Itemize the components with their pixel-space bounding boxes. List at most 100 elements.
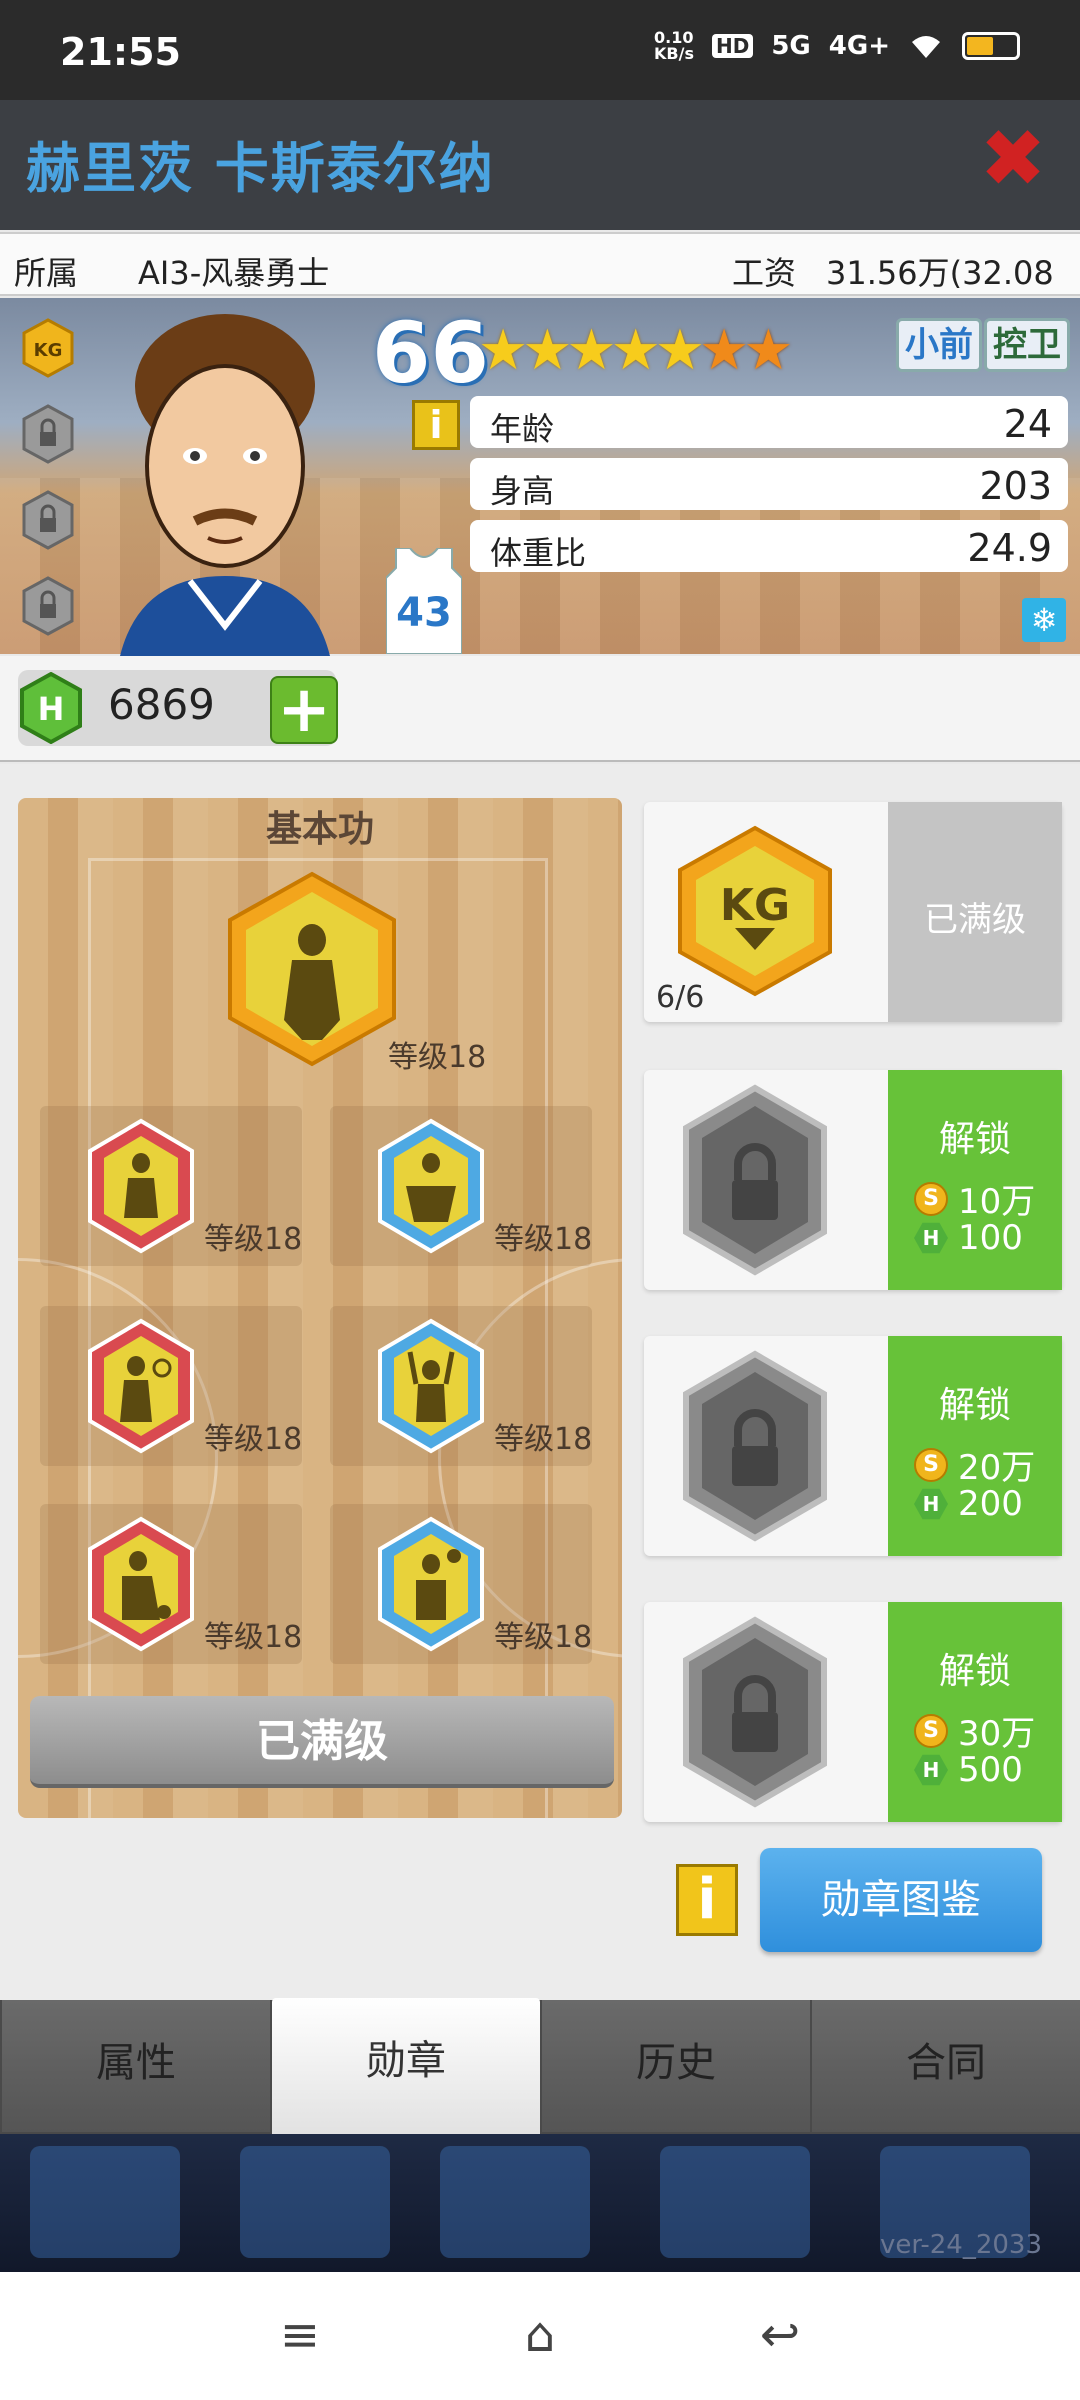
kg-badge-icon[interactable]: KG: [674, 824, 836, 998]
home-icon[interactable]: ⌂: [510, 2310, 570, 2360]
star-rating: ★★★★★★★: [478, 318, 793, 383]
max-level-button[interactable]: 已满级: [30, 1696, 614, 1788]
close-button[interactable]: ✖: [976, 119, 1050, 199]
unlock-button[interactable]: 解锁 S 30万 H 500: [888, 1602, 1062, 1822]
rebound-skill-badge-icon[interactable]: [376, 1318, 486, 1454]
orange-stars-icon: ★★: [699, 318, 793, 383]
tab-history[interactable]: 历史: [542, 2000, 810, 2132]
skill-level: 等级18: [204, 1222, 303, 1257]
defense-skill-badge-icon[interactable]: [376, 1118, 486, 1254]
unlock-button[interactable]: 解锁 S 20万 H 200: [888, 1336, 1062, 1556]
coin-cost: S 20万: [914, 1440, 1035, 1489]
unlock-button[interactable]: 解锁 S 10万 H 100: [888, 1070, 1062, 1290]
team-value: AI3-风暴勇士: [138, 254, 330, 292]
locked-badge-icon: [683, 1084, 827, 1276]
snowflake-icon[interactable]: ❄: [1022, 598, 1066, 642]
locked-badge-icon: [683, 1616, 827, 1808]
player-avatar: [120, 314, 330, 656]
badge-count: 6/6: [656, 980, 705, 1015]
stat-label: 年龄: [490, 410, 555, 448]
tab-attributes[interactable]: 属性: [2, 2000, 270, 2132]
coin-cost-value: 30万: [958, 1714, 1036, 1754]
coin-icon: S: [914, 1181, 948, 1216]
hd-icon: HD: [712, 34, 754, 58]
svg-text:KG: KG: [34, 340, 63, 361]
player-name: 赫里茨 卡斯泰尔纳: [26, 137, 495, 200]
svg-text:H: H: [38, 690, 65, 728]
coin-cost: S 30万: [914, 1706, 1035, 1755]
skill-panel-title: 基本功: [265, 809, 374, 850]
h-cost: H 200: [914, 1484, 1023, 1524]
stat-label: 身高: [490, 472, 555, 510]
coin-cost-value: 20万: [958, 1448, 1036, 1488]
dribble-skill-badge-icon[interactable]: [86, 1516, 196, 1652]
version-label: ver-24_2033: [879, 2230, 1042, 2260]
stat-row-weight-ratio: 体重比 24.9: [470, 520, 1068, 572]
net-speed: 0.10 KB/s: [654, 28, 694, 63]
pass-skill-badge-icon[interactable]: [376, 1516, 486, 1652]
h-cost-value: 500: [958, 1750, 1023, 1790]
badge-info-icon[interactable]: i: [676, 1864, 738, 1936]
status-icons: 0.10 KB/s HD 5G 4G+: [654, 30, 1020, 62]
svg-text:KG: KG: [720, 880, 790, 931]
tab-badges[interactable]: 勋章: [272, 1998, 540, 2134]
skill-level: 等级18: [494, 1620, 593, 1655]
dunk-skill-badge-icon[interactable]: [86, 1318, 196, 1454]
coin-icon: S: [914, 1713, 948, 1748]
h-cost-value: 200: [958, 1484, 1023, 1524]
position-tag-point-guard: 控卫: [984, 318, 1070, 372]
h-cost: H 100: [914, 1218, 1023, 1258]
player-rating: 66: [372, 304, 489, 402]
signal-5g-icon: 5G: [771, 31, 811, 61]
h-currency-icon: H: [914, 1488, 948, 1520]
coin-cost: S 10万: [914, 1174, 1035, 1223]
unlock-title: 解锁: [938, 1385, 1011, 1426]
currency-value: 6869: [108, 680, 215, 729]
team-salary-row: 所属 AI3-风暴勇士 工资 31.56万(32.08万): [0, 232, 1080, 338]
team-label: 所属: [14, 254, 79, 292]
add-currency-button[interactable]: +: [270, 676, 338, 744]
battery-icon: [962, 32, 1020, 60]
main-skill-level: 等级18: [388, 1040, 487, 1075]
locked-side-badge-icon[interactable]: [20, 490, 76, 550]
stat-row-height: 身高 203: [470, 458, 1068, 510]
shooting-skill-badge-icon[interactable]: [86, 1118, 196, 1254]
badge-catalog-button[interactable]: 勋章图鉴: [760, 1848, 1042, 1952]
game-nav-button[interactable]: [240, 2146, 390, 2258]
stat-value: 24.9: [967, 526, 1052, 570]
gold-stars-icon: ★★★★★: [478, 318, 705, 383]
signal-4g-icon: 4G+: [828, 31, 890, 61]
main-skill-badge-icon[interactable]: [222, 870, 402, 1068]
player-info-icon[interactable]: i: [412, 400, 460, 450]
game-nav-button[interactable]: [30, 2146, 180, 2258]
locked-badge-icon: [683, 1350, 827, 1542]
tab-contract[interactable]: 合同: [812, 2000, 1080, 2132]
h-currency-icon: H: [914, 1754, 948, 1786]
coin-icon: S: [914, 1447, 948, 1482]
back-icon[interactable]: ↩: [750, 2310, 810, 2360]
kg-side-badge-icon[interactable]: KG: [20, 318, 76, 378]
h-cost-value: 100: [958, 1218, 1023, 1258]
game-nav-button[interactable]: [440, 2146, 590, 2258]
locked-side-badge-icon[interactable]: [20, 404, 76, 464]
stat-value: 24: [1003, 402, 1052, 446]
h-cost: H 500: [914, 1750, 1023, 1790]
jersey-icon: 43: [386, 548, 462, 654]
stat-row-age: 年龄 24: [470, 396, 1068, 448]
position-tag-small-forward: 小前: [896, 318, 982, 372]
game-nav-button[interactable]: [660, 2146, 810, 2258]
currency-bar: H 6869: [0, 656, 1080, 762]
salary-label: 工资: [732, 254, 797, 292]
menu-icon[interactable]: ≡: [270, 2310, 330, 2360]
locked-side-badge-icon[interactable]: [20, 576, 76, 636]
h-currency-icon: H: [20, 672, 82, 744]
skill-level: 等级18: [494, 1422, 593, 1457]
badge-status: 已满级: [924, 900, 1026, 940]
coin-cost-value: 10万: [958, 1182, 1036, 1222]
stat-value: 203: [979, 464, 1052, 508]
h-currency-icon: H: [914, 1222, 948, 1254]
unlock-title: 解锁: [938, 1651, 1011, 1692]
wifi-icon: [912, 36, 940, 58]
stat-label: 体重比: [490, 534, 587, 572]
svg-text:43: 43: [396, 590, 452, 636]
